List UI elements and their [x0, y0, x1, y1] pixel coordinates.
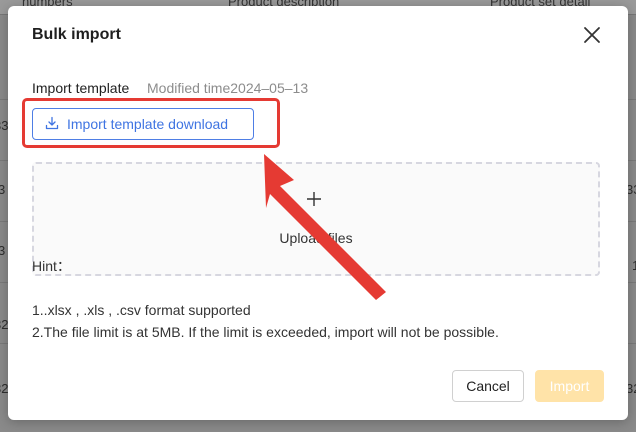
background-cell: 1: [632, 258, 636, 273]
upload-files-label: Upload files: [279, 230, 353, 246]
import-template-label: Import template: [32, 80, 130, 96]
hint-line-formats: 1..xlsx , .xls , .csv format supported: [32, 302, 251, 318]
download-icon: [45, 116, 59, 133]
close-icon[interactable]: [582, 25, 602, 45]
dialog-title: Bulk import: [32, 26, 121, 43]
background-cell: 3: [0, 243, 6, 258]
background-cell: 3: [0, 182, 6, 197]
hint-title: Hint：: [32, 258, 71, 274]
template-modified-time: Modified time2024–05–13: [147, 80, 309, 96]
upload-dropzone[interactable]: Upload files: [32, 162, 600, 276]
import-template-download-button[interactable]: Import template download: [32, 108, 254, 140]
import-button[interactable]: Import: [535, 370, 604, 402]
download-button-label: Import template download: [67, 116, 229, 132]
cancel-button[interactable]: Cancel: [452, 370, 524, 402]
hint-line-file-limit: 2.The file limit is at 5MB. If the limit…: [32, 324, 499, 340]
plus-icon: [307, 192, 321, 206]
bulk-import-dialog: Bulk import Import template Modified tim…: [8, 6, 628, 420]
